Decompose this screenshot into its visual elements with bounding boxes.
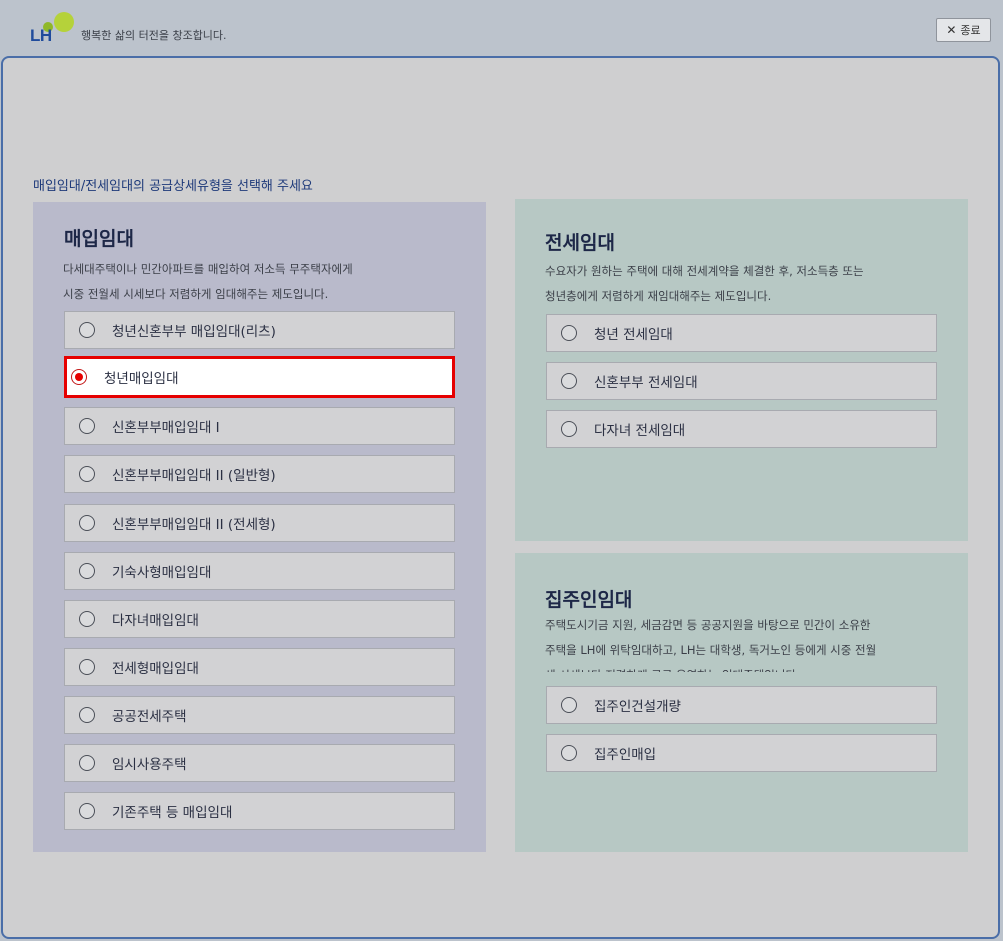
radio-icon [79, 322, 95, 338]
option-jeonse-youth[interactable]: 청년 전세임대 [546, 314, 937, 352]
close-label: 종료 [960, 24, 981, 37]
radio-icon [79, 707, 95, 723]
option-jeonse-newlywed[interactable]: 신혼부부 전세임대 [546, 362, 937, 400]
radio-icon [561, 745, 577, 761]
instruction-text: 매입임대/전세임대의 공급상세유형을 선택해 주세요 [33, 179, 313, 194]
radio-icon [79, 803, 95, 819]
radio-icon [79, 515, 95, 531]
radio-checked-icon [71, 369, 87, 385]
lh-logo: LH [30, 10, 76, 45]
option-landlord-construction-improvement[interactable]: 집주인건설개량 [546, 686, 937, 724]
option-jeonse-multi-child[interactable]: 다자녀 전세임대 [546, 410, 937, 448]
option-existing-housing-purchase[interactable]: 기존주택 등 매입임대 [64, 792, 455, 830]
panel-title: 매입임대 [64, 228, 134, 250]
option-purchase-youth[interactable]: 청년매입임대 [64, 356, 455, 398]
radio-icon [79, 611, 95, 627]
radio-icon [561, 325, 577, 341]
radio-icon [561, 373, 577, 389]
panel-description: 다세대주택이나 민간아파트를 매입하여 저소득 무주택자에게 시중 전월세 시세… [63, 262, 353, 301]
option-purchase-multi-child[interactable]: 다자녀매입임대 [64, 600, 455, 638]
top-bar: LH 행복한 삶의 터전을 창조합니다. ✕ 종료 [0, 0, 1003, 56]
option-purchase-jeonse-type[interactable]: 전세형매입임대 [64, 648, 455, 686]
panel-description: 주택도시기금 지원, 세금감면 등 공공지원을 바탕으로 민간이 소유한 주택을… [545, 618, 877, 672]
panel-description: 수요자가 원하는 주택에 대해 전세계약을 체결한 후, 저소득층 또는 청년층… [545, 264, 864, 303]
radio-icon [561, 697, 577, 713]
panel-title: 전세임대 [545, 232, 615, 254]
radio-icon [79, 659, 95, 675]
radio-icon [79, 418, 95, 434]
radio-icon [79, 755, 95, 771]
option-purchase-newlywed-1[interactable]: 신혼부부매입임대 I [64, 407, 455, 445]
option-public-jeonse-housing[interactable]: 공공전세주택 [64, 696, 455, 734]
close-icon: ✕ [946, 23, 957, 37]
close-button[interactable]: ✕ 종료 [936, 18, 991, 42]
panel-title: 집주인임대 [545, 589, 633, 611]
option-temporary-housing[interactable]: 임시사용주택 [64, 744, 455, 782]
slogan: 행복한 삶의 터전을 창조합니다. [81, 29, 227, 42]
radio-icon [561, 421, 577, 437]
option-purchase-newlywed-2-general[interactable]: 신혼부부매입임대 II (일반형) [64, 455, 455, 493]
radio-icon [79, 466, 95, 482]
option-landlord-purchase[interactable]: 집주인매입 [546, 734, 937, 772]
option-purchase-newlywed-2-jeonse[interactable]: 신혼부부매입임대 II (전세형) [64, 504, 455, 542]
option-purchase-dormitory[interactable]: 기숙사형매입임대 [64, 552, 455, 590]
option-purchase-youth-newlywed-reits[interactable]: 청년신혼부부 매입임대(리츠) [64, 311, 455, 349]
radio-icon [79, 563, 95, 579]
